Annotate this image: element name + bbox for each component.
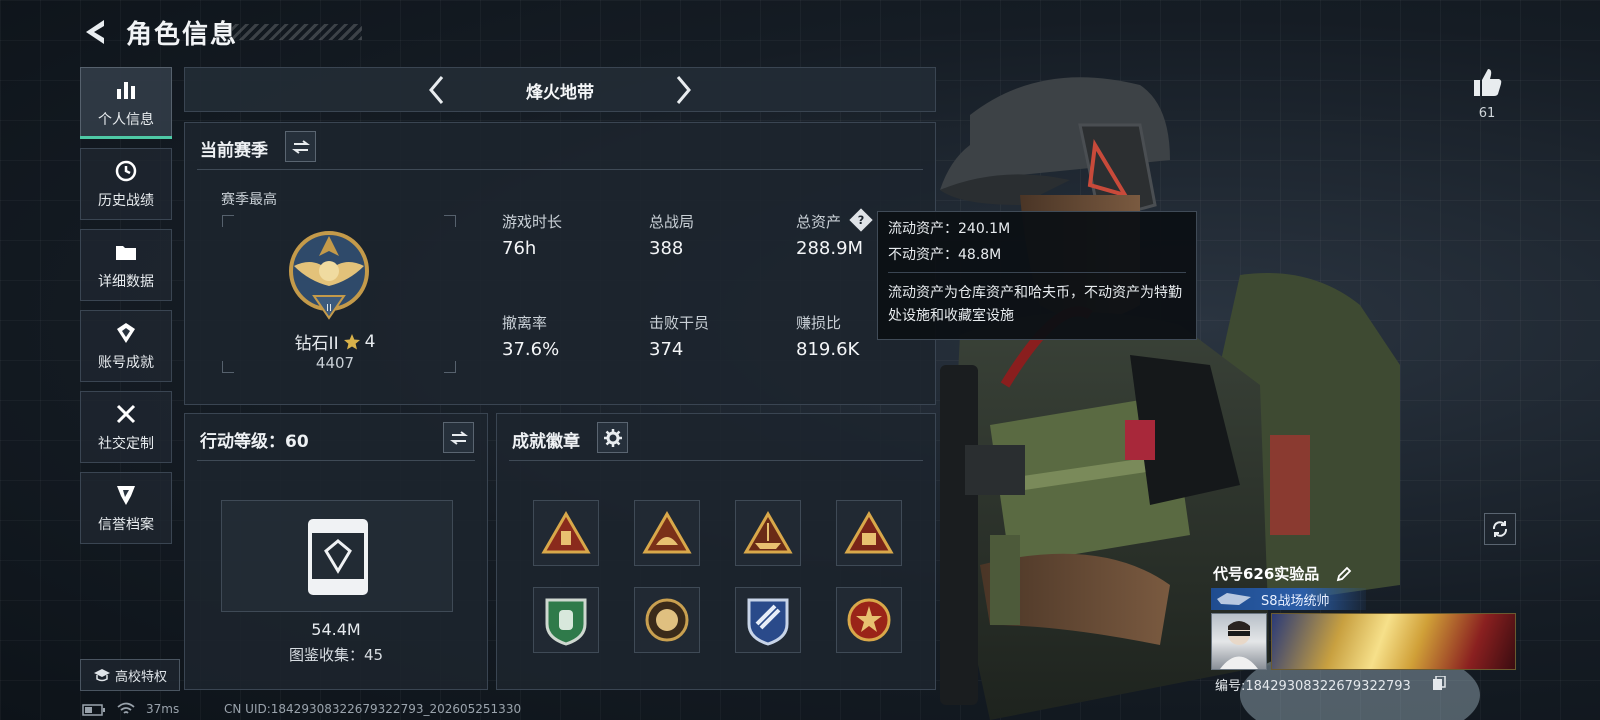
- stat-label-matches: 总战局: [649, 213, 695, 231]
- rank-line: 钻石II 4: [223, 329, 447, 355]
- rank-name: 钻石II: [294, 334, 339, 354]
- sidebar-item-history[interactable]: 历史战绩: [80, 148, 172, 220]
- tooltip-fixed-assets: 不动资产：48.8M: [888, 247, 1002, 263]
- tools-icon: [116, 404, 136, 424]
- page-title: 角色信息: [126, 20, 239, 50]
- action-level-title: 行动等级：60: [200, 432, 309, 452]
- swap-icon: [449, 430, 468, 445]
- player-title-bar: S8战场统帅: [1211, 588, 1366, 610]
- refresh-icon: [1492, 521, 1508, 537]
- history-icon: [115, 160, 137, 182]
- stat-label-playtime: 游戏时长: [502, 213, 563, 231]
- collection-frame: [221, 500, 453, 612]
- gear-icon: [603, 428, 622, 447]
- badge-triangle-3[interactable]: [735, 500, 801, 566]
- tooltip-liquid-assets: 流动资产：240.1M: [888, 221, 1011, 237]
- edit-icon[interactable]: [1336, 566, 1352, 582]
- frame-corner: [222, 215, 234, 227]
- achievement-icon: [117, 323, 135, 343]
- badges-title: 成就徽章: [512, 432, 580, 452]
- frame-corner: [444, 215, 456, 227]
- collection-case-icon: [308, 519, 368, 595]
- stat-label-assets: 总资产: [796, 213, 842, 231]
- action-level-swap-button[interactable]: [443, 422, 474, 453]
- badge-triangle-2[interactable]: [634, 500, 700, 566]
- badge-shield-green[interactable]: [533, 587, 599, 653]
- uid-text: CN UID:18429308322679322793_202605251330: [224, 702, 522, 716]
- battery-icon: [82, 704, 105, 716]
- folder-icon: [116, 246, 136, 260]
- action-level-panel: 行动等级：60 54.4M 图鉴收集：45: [184, 413, 488, 690]
- stat-label-kills: 击败干员: [649, 314, 710, 332]
- sidebar-item-label: 历史战绩: [98, 193, 154, 209]
- season-title: 当前赛季: [200, 141, 268, 161]
- badges-settings-button[interactable]: [597, 422, 628, 453]
- thumbs-up-icon[interactable]: [1470, 65, 1504, 99]
- chevron-right-icon[interactable]: [671, 74, 695, 106]
- sidebar-item-reputation[interactable]: 信誉档案: [80, 472, 172, 544]
- sidebar-item-achievements[interactable]: 账号成就: [80, 310, 172, 382]
- campus-privilege-label: 高校特权: [114, 669, 167, 685]
- graduation-cap-icon: [93, 669, 110, 682]
- divider: [197, 460, 475, 461]
- sidebar-item-label: 个人信息: [98, 112, 154, 128]
- season-panel: 当前赛季 赛季最高 II 钻石II 4 4407 游戏时长 76h 总战局 38…: [184, 122, 936, 405]
- sidebar-item-details[interactable]: 详细数据: [80, 229, 172, 301]
- player-name: 代号626实验品: [1213, 565, 1320, 583]
- stat-label-extraction: 撤离率: [502, 314, 548, 332]
- back-arrow-icon[interactable]: [80, 17, 110, 47]
- sidebar-item-personal-info[interactable]: 个人信息: [80, 67, 172, 139]
- copy-icon[interactable]: [1432, 676, 1446, 691]
- mode-name: 烽火地带: [526, 83, 594, 103]
- sidebar-item-label: 账号成就: [98, 355, 154, 371]
- rank-points: 4407: [315, 354, 355, 372]
- player-title: S8战场统帅: [1261, 594, 1330, 609]
- badge-triangle-1[interactable]: [533, 500, 599, 566]
- season-best-label: 赛季最高: [221, 192, 277, 208]
- action-level-value: 54.4M: [311, 620, 361, 639]
- mode-selector: 烽火地带: [184, 67, 936, 112]
- collection-count: 图鉴收集：45: [288, 646, 384, 664]
- stat-label-profit-ratio: 赚损比: [796, 314, 842, 332]
- profile-banner[interactable]: [1271, 613, 1516, 670]
- rank-emblem-icon: II: [289, 231, 369, 320]
- tooltip-description: 流动资产为仓库资产和哈夫币，不动资产为特勤处设施和收藏室设施: [888, 285, 1182, 324]
- stat-value-kills: 374: [649, 339, 684, 360]
- wifi-icon: [117, 702, 135, 714]
- campus-privilege-button[interactable]: 高校特权: [80, 659, 180, 691]
- assets-tooltip: 流动资产：240.1M 不动资产：48.8M 流动资产为仓库资产和哈夫币，不动资…: [877, 211, 1197, 340]
- swap-icon: [291, 139, 310, 154]
- title-decoration: [232, 24, 362, 40]
- sidebar-item-label: 信誉档案: [98, 517, 154, 533]
- stat-value-playtime: 76h: [502, 238, 537, 259]
- divider: [197, 169, 923, 170]
- title-emblem-icon: [1217, 593, 1251, 605]
- avatar[interactable]: [1211, 613, 1267, 670]
- stat-value-matches: 388: [649, 238, 684, 259]
- badge-shield-blue[interactable]: [735, 587, 801, 653]
- badge-round-gold[interactable]: [634, 587, 700, 653]
- ping-value: 37ms: [146, 702, 180, 716]
- star-icon: [343, 333, 360, 349]
- bar-chart-icon: [117, 82, 135, 99]
- refresh-button[interactable]: [1484, 513, 1516, 545]
- stat-value-extraction: 37.6%: [502, 339, 560, 360]
- like-count: 61: [1478, 106, 1496, 121]
- sidebar-item-social[interactable]: 社交定制: [80, 391, 172, 463]
- season-swap-button[interactable]: [285, 131, 316, 162]
- sidebar-item-label: 社交定制: [98, 436, 154, 452]
- rank-stars: 4: [364, 331, 376, 352]
- svg-text:II: II: [326, 303, 332, 314]
- player-id: 编号:1842930832267932279​3: [1215, 679, 1411, 694]
- divider: [888, 272, 1186, 273]
- reputation-icon: [117, 486, 135, 505]
- sidebar-item-label: 详细数据: [98, 274, 154, 290]
